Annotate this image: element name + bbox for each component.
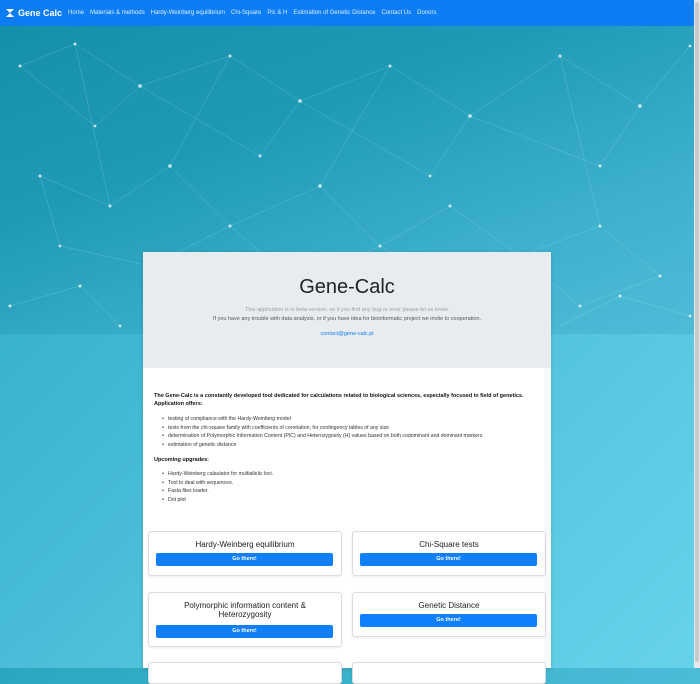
- page-title: Gene-Calc: [299, 276, 395, 298]
- hardy-weinberg-go-button[interactable]: Go there!: [156, 553, 333, 566]
- navbar: Gene Calc Home Materials & methods Hardy…: [0, 0, 700, 26]
- genetic-distance-go-button[interactable]: Go there!: [360, 614, 537, 627]
- card-chi-square: Chi-Square tests Go there!: [352, 531, 546, 576]
- list-item: Hardy-Weinberg calaulator for multiallel…: [162, 470, 273, 479]
- list-item: Tool to deal with sequences.: [162, 479, 273, 488]
- nav-home[interactable]: Home: [68, 10, 84, 16]
- card-title: Hardy-Weinberg equilibrium: [195, 540, 295, 549]
- beta-notice: This application is in beta-version, so …: [245, 307, 449, 313]
- card-pic-heterozygosity: Polymorphic information content & Hetero…: [148, 592, 342, 647]
- brand-link[interactable]: Gene Calc: [5, 8, 62, 18]
- upcoming-list: Hardy-Weinberg calaulator for multiallel…: [162, 470, 273, 505]
- hourglass-icon: [6, 9, 14, 17]
- card-title: Chi-Square tests: [419, 540, 479, 549]
- card-partial: [352, 662, 546, 684]
- nav-genetic-distance[interactable]: Estimation of Genetic Distance: [293, 10, 375, 16]
- pic-go-button[interactable]: Go there!: [156, 625, 333, 638]
- jumbotron: Gene-Calc This application is in beta-ve…: [143, 252, 551, 368]
- list-item: estimation of genetic distance: [162, 441, 482, 450]
- nav-pic-h[interactable]: Pic & H: [267, 10, 287, 16]
- list-item: tests from the chi-square family with co…: [162, 424, 482, 433]
- list-item: Fasta files loader.: [162, 487, 273, 496]
- card-title: Genetic Distance: [418, 601, 480, 610]
- brand-name: Gene Calc: [18, 8, 63, 18]
- intro-description: The Gene-Calc is a constantly developed …: [154, 393, 524, 407]
- nav-donors[interactable]: Donors: [417, 10, 436, 16]
- scrollbar-thumb[interactable]: [695, 2, 699, 662]
- card-partial: [148, 662, 342, 684]
- main-content-card: Gene-Calc This application is in beta-ve…: [143, 252, 551, 684]
- list-item: determination of Polymorphic Information…: [162, 432, 482, 441]
- cooperation-notice: If you have any trouble with data analys…: [212, 316, 482, 322]
- nav-contact-us[interactable]: Contact Us: [381, 10, 411, 16]
- card-genetic-distance: Genetic Distance Go there!: [352, 592, 546, 637]
- nav-hardy-weinberg[interactable]: Hardy-Weinberg equilibrium: [151, 10, 225, 16]
- card-title: Polymorphic information content & Hetero…: [184, 601, 306, 619]
- contact-email-link[interactable]: contact@gene-calc.pl: [143, 331, 551, 337]
- list-item: testing of compliance with the Hardy-Wei…: [162, 415, 482, 424]
- features-list: testing of compliance with the Hardy-Wei…: [162, 415, 482, 450]
- vertical-scrollbar[interactable]: [694, 0, 700, 668]
- nav-materials-methods[interactable]: Materials & methods: [90, 10, 145, 16]
- chi-square-go-button[interactable]: Go there!: [360, 553, 537, 566]
- list-item: Dot plot: [162, 496, 273, 505]
- nav-chi-square[interactable]: Chi-Square: [231, 10, 261, 16]
- card-hardy-weinberg: Hardy-Weinberg equilibrium Go there!: [148, 531, 342, 576]
- upcoming-title: Upcoming upgrades:: [154, 457, 210, 463]
